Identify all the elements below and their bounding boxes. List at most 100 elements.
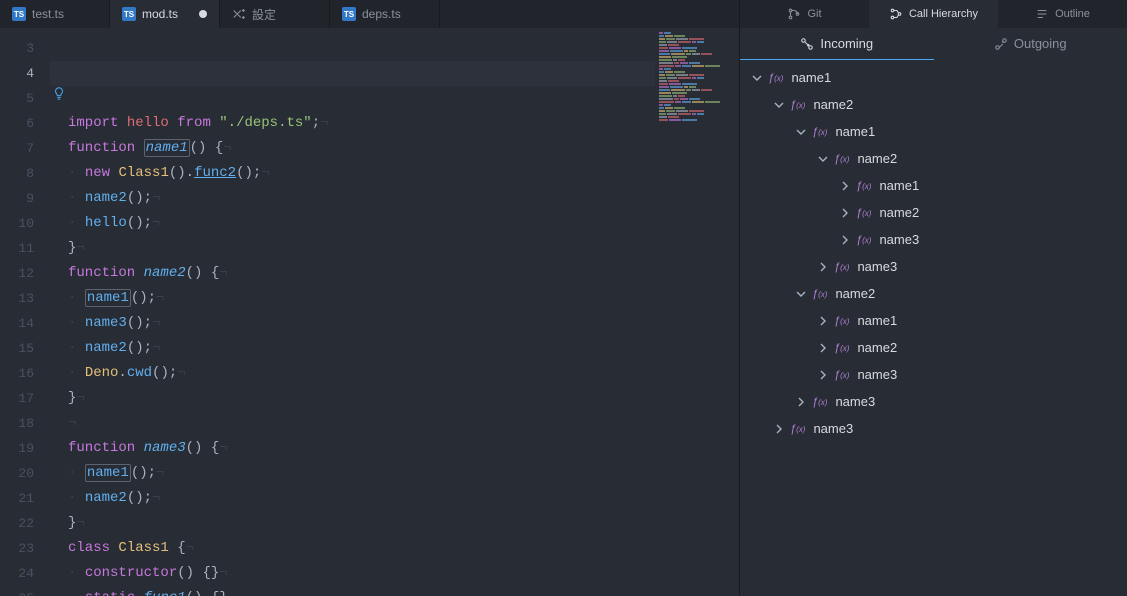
- line-number: 24: [0, 561, 50, 586]
- line-number: 6: [0, 111, 50, 136]
- editor-tab-test-ts[interactable]: TStest.ts: [0, 0, 110, 28]
- side-panel: Git Call Hierarchy Outline Incoming Outgoi…: [739, 0, 1127, 596]
- line-number: 3: [0, 36, 50, 61]
- chevron-right-icon[interactable]: [840, 181, 856, 191]
- panel-tab-label: Git: [807, 8, 821, 20]
- code-line[interactable]: ¬: [50, 411, 739, 436]
- code-line[interactable]: }¬: [50, 386, 739, 411]
- chevron-down-icon[interactable]: [752, 73, 768, 83]
- hierarchy-node[interactable]: ƒ(x)name3: [740, 415, 1127, 442]
- code-line[interactable]: class Class1 {¬: [50, 536, 739, 561]
- code-line[interactable]: function name3() {¬: [50, 436, 739, 461]
- editor-tabs-bar: TStest.tsTSmod.ts設定TSdeps.ts: [0, 0, 739, 28]
- editor-body[interactable]: 345678910111213141516171819202122232425 …: [0, 28, 739, 596]
- hierarchy-node-label: name1: [879, 178, 919, 193]
- tab-outgoing[interactable]: Outgoing: [934, 28, 1127, 60]
- hierarchy-node-label: name3: [879, 232, 919, 247]
- editor-tab-mod-ts[interactable]: TSmod.ts: [110, 0, 220, 28]
- function-icon: ƒ(x): [834, 315, 849, 327]
- code-line[interactable]: · name3();¬: [50, 311, 739, 336]
- code-content[interactable]: import hello from "./deps.ts";¬function …: [50, 28, 739, 596]
- code-line[interactable]: · name1();¬: [50, 286, 739, 311]
- call-hierarchy-tree[interactable]: ƒ(x)name1ƒ(x)name2ƒ(x)name1ƒ(x)name2ƒ(x)…: [740, 60, 1127, 596]
- chevron-right-icon[interactable]: [818, 343, 834, 353]
- panel-tab-outline[interactable]: Outline: [998, 0, 1127, 28]
- code-line[interactable]: }¬: [50, 236, 739, 261]
- hierarchy-node[interactable]: ƒ(x)name2: [740, 91, 1127, 118]
- hierarchy-node[interactable]: ƒ(x)name2: [740, 199, 1127, 226]
- function-icon: ƒ(x): [768, 72, 783, 84]
- hierarchy-node[interactable]: ƒ(x)name3: [740, 361, 1127, 388]
- panel-tab-git[interactable]: Git: [740, 0, 869, 28]
- line-number: 16: [0, 361, 50, 386]
- hierarchy-node[interactable]: ƒ(x)name3: [740, 388, 1127, 415]
- function-icon: ƒ(x): [856, 234, 871, 246]
- function-icon: ƒ(x): [812, 126, 827, 138]
- hierarchy-node[interactable]: ƒ(x) name3: [740, 226, 1127, 253]
- function-icon: ƒ(x): [812, 288, 827, 300]
- panel-tab-call-hierarchy[interactable]: Call Hierarchy: [869, 0, 998, 28]
- chevron-down-icon[interactable]: [796, 127, 812, 137]
- function-icon: ƒ(x): [834, 342, 849, 354]
- code-line[interactable]: · name1();¬: [50, 461, 739, 486]
- tab-label: mod.ts: [142, 7, 178, 21]
- line-number: 20: [0, 461, 50, 486]
- line-number: 10: [0, 211, 50, 236]
- chevron-right-icon[interactable]: [796, 397, 812, 407]
- hierarchy-node-label: name3: [857, 367, 897, 382]
- line-number: 11: [0, 236, 50, 261]
- hierarchy-node[interactable]: ƒ(x)name2: [740, 145, 1127, 172]
- code-line[interactable]: }¬: [50, 511, 739, 536]
- line-number: 8: [0, 161, 50, 186]
- chevron-down-icon[interactable]: [818, 154, 834, 164]
- code-line[interactable]: function name1() {¬: [50, 136, 739, 161]
- code-line[interactable]: · hello();¬: [50, 211, 739, 236]
- chevron-down-icon[interactable]: [796, 289, 812, 299]
- function-icon: ƒ(x): [856, 207, 871, 219]
- tab-label: 設定: [252, 6, 276, 23]
- hierarchy-node[interactable]: ƒ(x)name1: [740, 172, 1127, 199]
- code-line[interactable]: · name2();¬: [50, 486, 739, 511]
- editor-tab--[interactable]: 設定: [220, 0, 330, 28]
- line-number: 14: [0, 311, 50, 336]
- typescript-file-icon: TS: [12, 7, 26, 21]
- code-line[interactable]: · constructor() {}¬: [50, 561, 739, 586]
- hierarchy-node[interactable]: ƒ(x)name2: [740, 280, 1127, 307]
- line-number: 19: [0, 436, 50, 461]
- chevron-down-icon[interactable]: [774, 100, 790, 110]
- hierarchy-node[interactable]: ƒ(x)name1: [740, 118, 1127, 145]
- chevron-right-icon[interactable]: [818, 316, 834, 326]
- chevron-right-icon[interactable]: [840, 208, 856, 218]
- line-number: 15: [0, 336, 50, 361]
- code-line[interactable]: · Deno.cwd();¬: [50, 361, 739, 386]
- code-line[interactable]: import hello from "./deps.ts";¬: [50, 111, 739, 136]
- code-line[interactable]: function name2() {¬: [50, 261, 739, 286]
- chevron-right-icon[interactable]: [818, 370, 834, 380]
- chevron-right-icon[interactable]: [840, 235, 856, 245]
- code-line[interactable]: · name2();¬: [50, 336, 739, 361]
- code-line[interactable]: · static func1() {}¬: [50, 586, 739, 596]
- hierarchy-node[interactable]: ƒ(x)name3: [740, 253, 1127, 280]
- typescript-file-icon: TS: [342, 7, 356, 21]
- line-number: 21: [0, 486, 50, 511]
- tab-outgoing-label: Outgoing: [1014, 36, 1067, 51]
- hierarchy-node-label: name2: [857, 340, 897, 355]
- chevron-right-icon[interactable]: [818, 262, 834, 272]
- hierarchy-node[interactable]: ƒ(x)name1: [740, 307, 1127, 334]
- editor-tab-deps-ts[interactable]: TSdeps.ts: [330, 0, 440, 28]
- line-number: 7: [0, 136, 50, 161]
- hierarchy-node[interactable]: ƒ(x) name2: [740, 334, 1127, 361]
- panel-tabs: Git Call Hierarchy Outline: [740, 0, 1127, 28]
- line-number: 5: [0, 86, 50, 111]
- line-number: 12: [0, 261, 50, 286]
- hierarchy-node[interactable]: ƒ(x)name1: [740, 64, 1127, 91]
- tab-incoming[interactable]: Incoming: [740, 28, 934, 60]
- code-line[interactable]: · name2();¬: [50, 186, 739, 211]
- hierarchy-node-label: name2: [857, 151, 897, 166]
- chevron-right-icon[interactable]: [774, 424, 790, 434]
- code-line[interactable]: · new Class1().func2();¬: [50, 161, 739, 186]
- line-number: 18: [0, 411, 50, 436]
- hierarchy-node-label: name2: [813, 97, 853, 112]
- panel-tab-label: Outline: [1055, 8, 1090, 20]
- settings-icon: [232, 7, 246, 21]
